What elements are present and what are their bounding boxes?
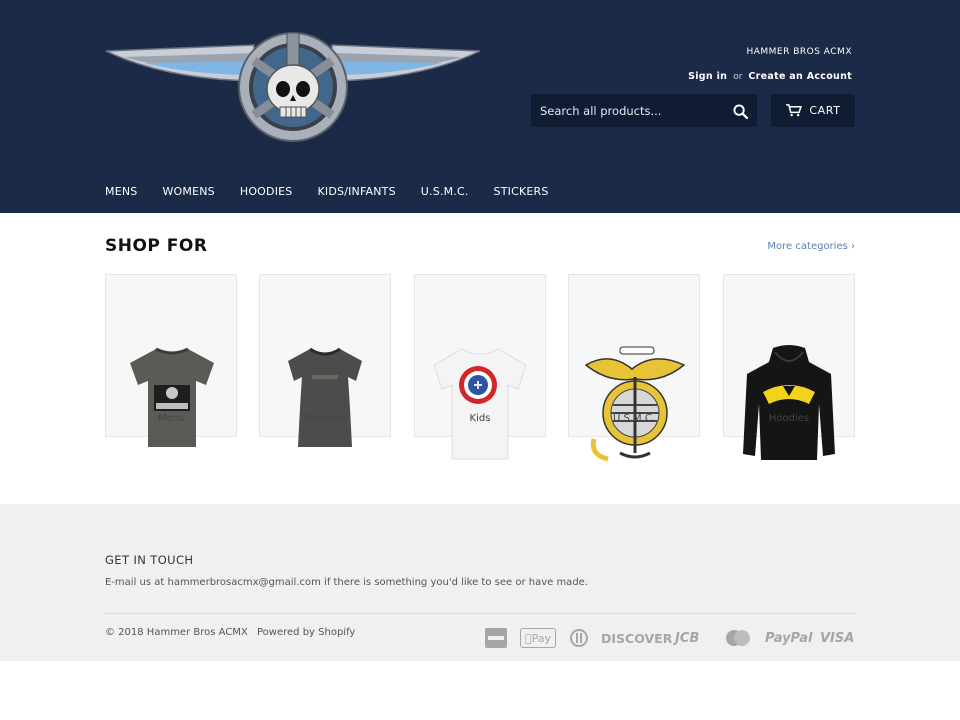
jcb-icon: JCB xyxy=(675,628,699,648)
discover-label: DISCOVER xyxy=(601,630,673,646)
search-input[interactable] xyxy=(531,94,721,127)
grey-tshirt-icon[interactable] xyxy=(126,343,218,451)
search-icon[interactable] xyxy=(729,100,751,122)
dark-tshirt-icon[interactable] xyxy=(284,345,366,451)
store-name: HAMMER BROS ACMX xyxy=(746,47,852,57)
apple-pay-label: Pay xyxy=(528,631,551,645)
nav-item-usmc[interactable]: U.S.M.C. xyxy=(421,185,469,198)
footer-heading: GET IN TOUCH xyxy=(105,553,194,567)
cart-label: CART xyxy=(809,104,841,117)
paypal-label: PayPal xyxy=(765,630,813,646)
powered-by-link[interactable]: Powered by Shopify xyxy=(257,627,355,638)
visa-icon: VISA xyxy=(820,628,854,648)
american-express-icon xyxy=(485,628,507,648)
visa-label: VISA xyxy=(820,630,855,646)
site-header: HAMMER BROS ACMX Sign in or Create an Acco… xyxy=(0,0,960,213)
category-label-mens: Mens xyxy=(157,413,185,424)
apple-pay-icon: Pay xyxy=(520,628,556,648)
page-title: SHOP FOR xyxy=(105,236,208,256)
footer-divider xyxy=(105,613,855,614)
create-account-link[interactable]: Create an Account xyxy=(748,71,852,82)
winged-skull-logo[interactable] xyxy=(104,31,482,143)
more-categories-link[interactable]: More categories › xyxy=(767,241,855,252)
or-text: or xyxy=(733,72,743,82)
cart-button[interactable]: CART xyxy=(771,94,855,127)
paypal-icon: PayPal xyxy=(765,628,812,648)
site-footer: GET IN TOUCH E-mail us at hammerbrosacmx… xyxy=(0,504,960,661)
cart-icon xyxy=(786,104,803,117)
master-icon xyxy=(726,630,750,646)
main-nav: MENS WOMENS HOODIES KIDS/INFANTS U.S.M.C… xyxy=(105,185,574,198)
white-shield-tshirt-icon[interactable] xyxy=(430,345,530,463)
account-links: Sign in or Create an Account xyxy=(688,71,852,82)
jcb-label: JCB xyxy=(675,630,700,646)
nav-item-hoodies[interactable]: HOODIES xyxy=(240,185,293,198)
diners-club-icon xyxy=(570,629,588,647)
category-label-hoodies: Hoodies xyxy=(768,413,810,424)
black-hoodie-icon[interactable] xyxy=(739,344,839,462)
copyright-text: © 2018 Hammer Bros ACMX xyxy=(105,627,248,638)
footer-contact-text: E-mail us at hammerbrosacmx@gmail.com if… xyxy=(105,577,588,588)
nav-item-mens[interactable]: MENS xyxy=(105,185,137,198)
nav-item-kids-infants[interactable]: KIDS/INFANTS xyxy=(317,185,395,198)
sign-in-link[interactable]: Sign in xyxy=(688,71,727,82)
nav-item-womens[interactable]: WOMENS xyxy=(162,185,214,198)
category-label-womens: Womens xyxy=(303,413,347,424)
discover-icon: DISCOVER xyxy=(601,628,672,648)
search-bar xyxy=(531,94,757,127)
usmc-emblem-icon[interactable] xyxy=(580,343,690,463)
category-label-usmc: U.S.M.C. xyxy=(613,413,655,424)
nav-item-stickers[interactable]: STICKERS xyxy=(494,185,549,198)
category-label-kids: Kids xyxy=(469,413,491,424)
